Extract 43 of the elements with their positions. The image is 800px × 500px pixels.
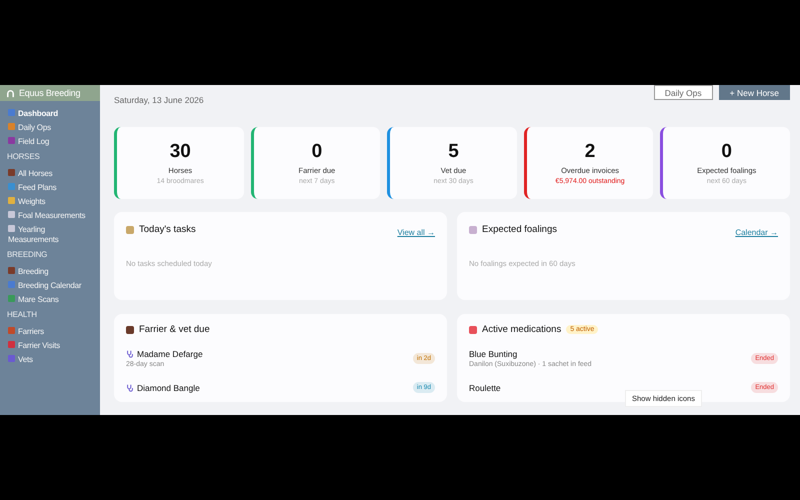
brand-name: Equus Breeding: [19, 88, 80, 98]
sidebar-item[interactable]: Foal Measurements: [0, 209, 100, 223]
horse-name: Madame Defarge: [137, 349, 203, 359]
horseshoe-icon: [6, 88, 15, 98]
sidebar-item[interactable]: Vets: [0, 353, 100, 367]
panel-title: Active medications: [482, 324, 562, 335]
stat-value: 2: [584, 141, 596, 163]
sidebar-item[interactable]: Breeding Calendar: [0, 279, 100, 293]
section-heading: HEALTH: [6, 309, 38, 321]
section-heading: HORSES: [6, 151, 41, 163]
action-button[interactable]: Daily Ops: [654, 85, 713, 100]
action-button[interactable]: + New Horse: [718, 85, 790, 100]
horse-name: Blue Bunting: [469, 349, 518, 359]
stethoscope-icon: [126, 384, 134, 392]
sidebar-item[interactable]: Daily Ops: [0, 121, 100, 135]
panel-title: Today's tasks: [139, 224, 196, 235]
sidebar-item[interactable]: Farrier Visits: [0, 339, 100, 353]
stat-value: 0: [312, 141, 322, 163]
panel-link[interactable]: View all →: [397, 228, 435, 237]
section-heading: BREEDING: [6, 249, 48, 261]
date-text: Saturday, 13 June 2026: [114, 95, 204, 105]
sidebar-item[interactable]: Breeding: [0, 265, 100, 279]
panel-link[interactable]: Calendar →: [735, 228, 778, 237]
stat-value: 30: [170, 141, 191, 163]
stat-value: 0: [721, 141, 732, 163]
sidebar-item[interactable]: Yearling Measurements: [0, 223, 100, 247]
sidebar-item[interactable]: Weights: [0, 195, 100, 209]
square-icon: [469, 226, 477, 234]
panel-title: Farrier & vet due: [139, 324, 210, 335]
stethoscope-icon: [126, 350, 134, 358]
horse-name: Roulette: [469, 382, 501, 392]
sidebar-item[interactable]: All Horses: [0, 167, 100, 181]
sidebar-item[interactable]: Feed Plans: [0, 181, 100, 195]
panel-title: Expected foalings: [482, 224, 557, 235]
sidebar-item[interactable]: Mare Scans: [0, 293, 100, 307]
sidebar-item[interactable]: Field Log: [0, 135, 100, 149]
stat-value: 5: [448, 141, 459, 163]
sidebar-item[interactable]: Farriers: [0, 325, 100, 339]
square-icon: [469, 326, 477, 334]
square-icon: [126, 226, 134, 234]
horse-name: Diamond Bangle: [137, 382, 200, 392]
square-icon: [126, 326, 134, 334]
sidebar-item[interactable]: Dashboard: [0, 107, 100, 121]
